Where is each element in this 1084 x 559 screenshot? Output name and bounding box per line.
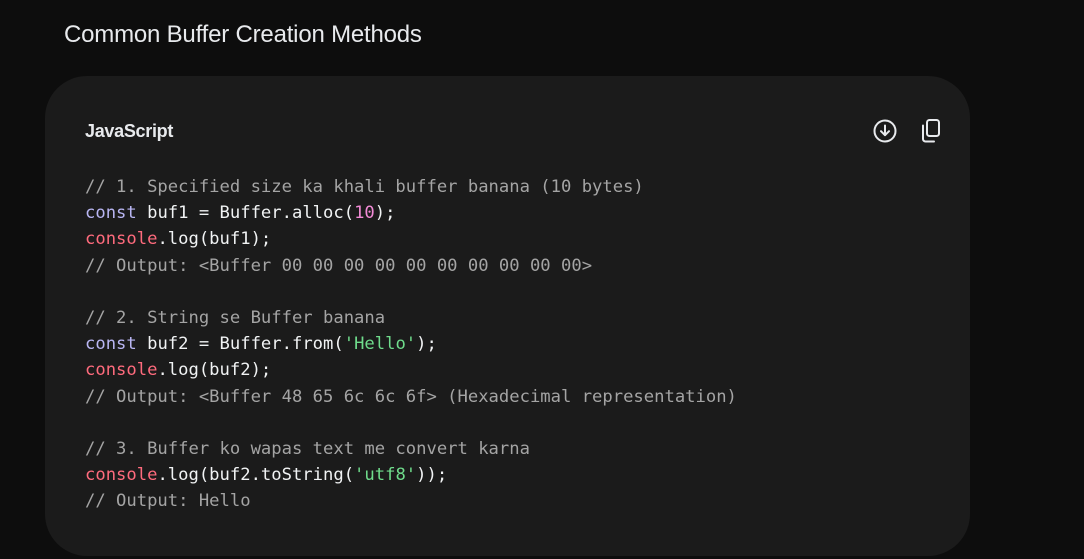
code-line: const buf1 = Buffer.alloc(10); [85,203,395,223]
code-line: // Output: Hello [85,491,251,511]
code-token-comment: // 3. Buffer ko wapas text me convert ka… [85,439,530,460]
code-line: const buf2 = Buffer.from('Hello'); [85,334,437,354]
code-token-plain: .log(buf1); [157,229,272,250]
code-token-keyword: const [85,334,137,355]
code-token-comment: // Output: <Buffer 48 65 6c 6c 6f> (Hexa… [85,386,737,407]
download-circle-icon [873,119,897,143]
code-line: // Output: <Buffer 48 65 6c 6c 6f> (Hexa… [85,387,737,407]
code-token-builtin: console [85,229,158,250]
download-button[interactable] [872,118,898,144]
code-line: console.log(buf1); [85,229,271,249]
code-token-plain: ); [374,203,396,224]
code-token-string: 'Hello' [343,334,417,355]
code-token-plain: buf1 = Buffer.alloc( [136,203,355,224]
code-block-actions [872,118,944,144]
language-label: JavaScript [85,120,174,141]
code-content[interactable]: // 1. Specified size ka khali buffer ban… [85,174,737,515]
code-token-number: 10 [354,203,375,224]
code-token-plain: .log(buf2); [157,360,272,381]
code-token-plain: .log(buf2.toString( [157,465,355,486]
code-token-plain: ); [416,334,437,355]
code-token-keyword: const [85,203,137,224]
code-block: JavaScript // 1. Specified size ka khali… [45,76,970,556]
code-block-header: JavaScript [85,116,944,146]
code-line: console.log(buf2.toString('utf8')); [85,465,447,485]
code-line: // 1. Specified size ka khali buffer ban… [85,177,644,197]
code-line: // Output: <Buffer 00 00 00 00 00 00 00 … [85,256,592,276]
code-token-comment: // 1. Specified size ka khali buffer ban… [85,177,644,197]
code-token-comment: // Output: Hello [85,491,251,512]
code-token-builtin: console [85,360,158,381]
code-line: console.log(buf2); [85,360,271,380]
code-token-string: 'utf8' [354,465,417,486]
copy-button[interactable] [918,118,944,144]
copy-icon [922,119,940,143]
code-token-plain: )); [416,465,448,486]
code-line: // 3. Buffer ko wapas text me convert ka… [85,439,530,459]
code-line: // 2. String se Buffer banana [85,308,385,328]
code-token-plain: buf2 = Buffer.from( [136,334,344,355]
code-token-comment: // 2. String se Buffer banana [85,308,386,329]
code-token-comment: // Output: <Buffer 00 00 00 00 00 00 00 … [85,255,593,276]
section-heading: Common Buffer Creation Methods [64,21,422,48]
code-token-builtin: console [85,465,158,486]
